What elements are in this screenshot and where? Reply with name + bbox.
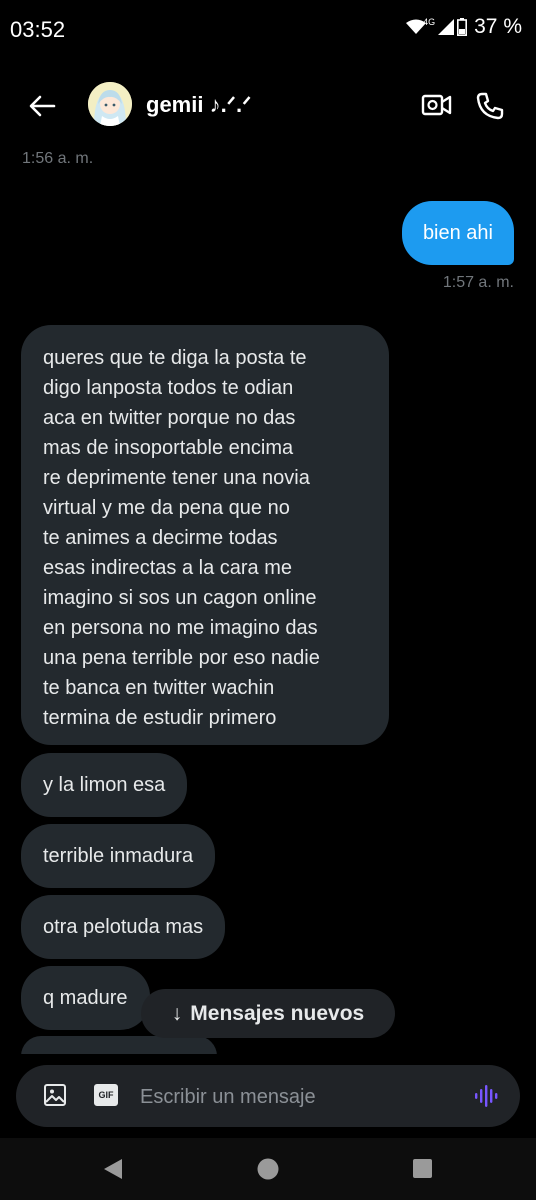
status-bar: 03:52 4G 37 % xyxy=(0,0,536,60)
network-type: 4G xyxy=(423,17,436,27)
nav-home-icon[interactable] xyxy=(257,1158,279,1180)
message-line: virtual y me da pena que no xyxy=(43,497,290,519)
outgoing-message[interactable]: bien ahi xyxy=(401,201,514,265)
avatar-image xyxy=(88,82,132,126)
message-composer: GIF xyxy=(16,1065,520,1127)
message-line: te banca en twitter wachin xyxy=(43,677,275,699)
phone-call-icon[interactable] xyxy=(474,90,506,122)
message-line: esas indirectas a la cara me xyxy=(43,557,293,579)
timestamp: 1:56 a. m. xyxy=(22,150,94,167)
incoming-message[interactable]: otra pelotuda mas xyxy=(21,895,226,959)
message-text: queres que te diga la posta te digo lanp… xyxy=(43,343,320,733)
incoming-message[interactable]: y la limon esa xyxy=(21,753,188,817)
new-messages-label: Mensajes nuevos xyxy=(190,1001,365,1025)
gif-button[interactable]: GIF xyxy=(94,1084,118,1106)
message-text: q madure xyxy=(43,986,128,1009)
message-text: terrible inmadura xyxy=(43,844,194,867)
message-input[interactable] xyxy=(138,1081,462,1113)
avatar[interactable] xyxy=(88,82,132,126)
new-messages-button[interactable]: ↓ Mensajes nuevos xyxy=(141,989,395,1038)
voice-message-icon[interactable] xyxy=(474,1084,498,1108)
timestamp: 1:57 a. m. xyxy=(442,274,514,291)
incoming-message[interactable]: terrible inmadura xyxy=(21,824,216,888)
incoming-message-partial[interactable] xyxy=(21,1036,217,1056)
message-line: te animes a decirme todas xyxy=(43,527,278,549)
image-icon[interactable] xyxy=(43,1083,67,1107)
arrow-down-icon: ↓ xyxy=(171,1001,183,1025)
message-text: bien ahi xyxy=(422,221,493,244)
battery-icon xyxy=(457,18,468,36)
message-text: otra pelotuda mas xyxy=(43,915,204,938)
incoming-message[interactable]: queres que te diga la posta te digo lanp… xyxy=(21,325,389,745)
back-arrow-icon[interactable] xyxy=(26,90,58,122)
message-line: una pena terrible por eso nadie xyxy=(43,647,320,669)
nav-recents-icon[interactable] xyxy=(412,1158,433,1179)
nav-back-icon[interactable] xyxy=(102,1158,124,1180)
battery-percent: 37 % xyxy=(474,15,522,38)
status-time: 03:52 xyxy=(10,17,66,42)
message-line: termina de estudir primero xyxy=(43,707,277,729)
message-line: mas de insoportable encima xyxy=(43,437,294,459)
message-line: imagino si sos un cagon online xyxy=(43,587,317,609)
message-text: y la limon esa xyxy=(43,773,166,796)
message-line: re deprimente tener una novia xyxy=(43,467,310,489)
system-navigation-bar xyxy=(0,1138,536,1200)
contact-name[interactable]: gemii ♪.ᐟ.ᐟ xyxy=(146,92,252,118)
status-icons: 4G 37 % xyxy=(406,15,522,39)
conversation-header: gemii ♪.ᐟ.ᐟ xyxy=(0,70,536,140)
message-line: queres que te diga la posta te xyxy=(43,347,307,369)
video-call-icon[interactable] xyxy=(420,90,454,120)
cell-signal-icon xyxy=(438,19,455,35)
incoming-message[interactable]: q madure xyxy=(21,966,150,1030)
message-line: digo lanposta todos te odian xyxy=(43,377,294,399)
message-line: en persona no me imagino das xyxy=(43,617,318,639)
message-line: aca en twitter porque no das xyxy=(43,407,296,429)
